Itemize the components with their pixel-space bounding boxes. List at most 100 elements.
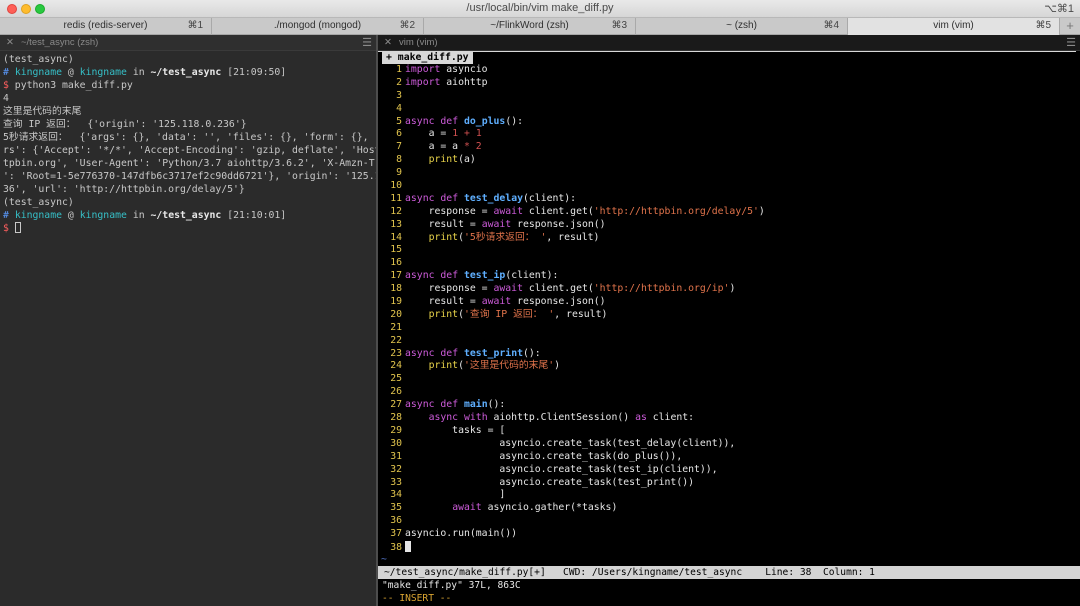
tab-redis[interactable]: redis (redis-server) ⌘1 (0, 18, 212, 35)
code-line[interactable]: 37 asyncio.run(main()) (378, 528, 1080, 541)
code-line[interactable]: 9 (378, 167, 1080, 180)
tab-shortcut: ⌘5 (1035, 20, 1051, 31)
right-pane-header: ✕ vim (vim) ☰ (378, 35, 1080, 51)
code-line[interactable]: 33 asyncio.create_task(test_print()) (378, 477, 1080, 490)
code-line[interactable]: 20 print('查询 IP 返回： ', result) (378, 309, 1080, 322)
tab-shortcut: ⌘3 (611, 20, 627, 31)
line-number: 4 (396, 102, 402, 114)
code-line[interactable]: 30 asyncio.create_task(test_delay(client… (378, 438, 1080, 451)
pane-title: vim (vim) (399, 37, 438, 48)
line-number: 18 (390, 283, 402, 295)
vim-tabline: + make_diff.py (378, 51, 1080, 64)
code-line[interactable]: 5 async def do_plus(): (378, 116, 1080, 129)
pane-menu-icon[interactable]: ☰ (1066, 36, 1076, 49)
code-line[interactable]: 13 result = await response.json() (378, 219, 1080, 232)
code-line[interactable]: 22 (378, 335, 1080, 348)
code-line[interactable]: 12 response = await client.get('http://h… (378, 206, 1080, 219)
code-line[interactable]: 16 (378, 257, 1080, 270)
code-line[interactable]: 29 tasks = [ (378, 425, 1080, 438)
tab-vim[interactable]: vim (vim) ⌘5 (848, 18, 1060, 35)
code-line[interactable]: 14 print('5秒请求返回： ', result) (378, 232, 1080, 245)
tabline-rule (378, 51, 1076, 64)
code-line[interactable]: 23 async def test_print(): (378, 348, 1080, 361)
terminal-output-line: (test_async) (3, 54, 74, 65)
tab-flinkword[interactable]: ~/FlinkWord (zsh) ⌘3 (424, 18, 636, 35)
code-text: asyncio.create_task(test_delay(client)), (405, 437, 736, 449)
code-text: async def main(): (405, 399, 506, 411)
code-line[interactable]: 28 async with aiohttp.ClientSession() as… (378, 412, 1080, 425)
code-line[interactable]: 36 (378, 515, 1080, 528)
prompt-user: kingname (14, 210, 62, 221)
prompt-in: in (132, 210, 145, 221)
close-pane-icon[interactable]: ✕ (6, 37, 14, 48)
code-line[interactable]: 6 a = 1 + 1 (378, 128, 1080, 141)
code-line[interactable]: 27 async def main(): (378, 399, 1080, 412)
code-line[interactable]: 7 a = a * 2 (378, 141, 1080, 154)
line-number: 31 (390, 450, 402, 462)
new-tab-button[interactable]: + (1060, 18, 1080, 35)
shell-command-line: $ python3 make_diff.py (3, 79, 376, 92)
shell-input-line[interactable]: $ (3, 222, 376, 235)
terminal-output[interactable]: (test_async) # kingname @ kingname in ~/t… (0, 51, 376, 235)
code-line[interactable]: 18 response = await client.get('http://h… (378, 283, 1080, 296)
terminal-output-line: ': 'Root=1-5e776370-147dfb6c3717ef2c90dd… (3, 171, 376, 182)
prompt-time: [21:09:50] (227, 67, 287, 78)
code-line[interactable]: 32 asyncio.create_task(test_ip(client)), (378, 464, 1080, 477)
code-line[interactable]: 25 (378, 373, 1080, 386)
terminal-output-line: (test_async) (3, 197, 74, 208)
window-shortcut-label: ⌥⌘1 (1044, 3, 1074, 15)
code-text: response = await client.get('http://http… (405, 205, 765, 217)
code-line[interactable]: 4 (378, 103, 1080, 116)
vim-code-buffer[interactable]: 1 import asyncio 2 import aiohttp 3 4 5 async d… (378, 64, 1080, 567)
code-line[interactable]: 21 (378, 322, 1080, 335)
code-line[interactable]: 26 (378, 386, 1080, 399)
tab-home-zsh[interactable]: ~ (zsh) ⌘4 (636, 18, 848, 35)
code-text: a = 1 + 1 (405, 128, 482, 140)
code-line[interactable]: 31 asyncio.create_task(do_plus()), (378, 451, 1080, 464)
code-line[interactable]: 2 import aiohttp (378, 77, 1080, 90)
terminal-output-line: 5秒请求返回： {'args': {}, 'data': '', 'files'… (3, 132, 376, 143)
code-line[interactable]: 38 (378, 540, 1080, 554)
prompt-dollar: $ (3, 223, 9, 234)
terminal-cursor (14, 222, 21, 233)
code-text: async def do_plus(): (405, 115, 524, 127)
code-line[interactable]: 10 (378, 180, 1080, 193)
line-number: 33 (390, 476, 402, 488)
terminal-output-line: 36', 'url': 'http://httpbin.org/delay/5'… (3, 184, 245, 195)
terminal-output-line: 查询 IP 返回： {'origin': '125.118.0.236'} (3, 119, 247, 130)
code-line[interactable]: 15 (378, 244, 1080, 257)
window-title: /usr/local/bin/vim make_diff.py (466, 2, 614, 14)
right-vim-pane[interactable]: ✕ vim (vim) ☰ + make_diff.py 1 import asy… (378, 35, 1080, 606)
code-text: async with aiohttp.ClientSession() as cl… (428, 412, 695, 424)
code-line[interactable]: 3 (378, 90, 1080, 103)
line-number: 12 (390, 205, 402, 217)
code-line[interactable]: 1 import asyncio (378, 64, 1080, 77)
line-number: 5 (396, 115, 402, 127)
line-number: 14 (390, 231, 402, 243)
shell-prompt-line: # kingname @ kingname in ~/test_async [2… (3, 209, 376, 222)
close-pane-icon[interactable]: ✕ (384, 37, 392, 48)
code-line[interactable]: 19 result = await response.json() (378, 296, 1080, 309)
terminal-output-line: tpbin.org', 'User-Agent': 'Python/3.7 ai… (3, 158, 376, 169)
code-line[interactable]: 11 async def test_delay(client): (378, 193, 1080, 206)
code-line[interactable]: 17 async def test_ip(client): (378, 270, 1080, 283)
vim-buffer-tab[interactable]: + make_diff.py (382, 51, 473, 64)
code-line[interactable]: 8 print(a) (378, 154, 1080, 167)
line-number: 26 (390, 386, 402, 398)
code-line[interactable]: 24 print('这里是代码的末尾') (378, 360, 1080, 373)
code-text: import aiohttp (405, 76, 488, 88)
line-number: 9 (396, 167, 402, 179)
line-number: 35 (390, 502, 402, 514)
code-line[interactable]: 35 await asyncio.gather(*tasks) (378, 502, 1080, 515)
tab-mongod[interactable]: ./mongod (mongod) ⌘2 (212, 18, 424, 35)
code-line[interactable]: 34 ] (378, 489, 1080, 502)
shell-prompt-line: # kingname @ kingname in ~/test_async [2… (3, 66, 376, 79)
pane-menu-icon[interactable]: ☰ (362, 36, 372, 49)
prompt-path: ~/test_async (150, 67, 222, 78)
line-number: 20 (390, 308, 402, 320)
line-number: 28 (390, 412, 402, 424)
code-text: async def test_print(): (405, 347, 541, 359)
prompt-path: ~/test_async (150, 210, 222, 221)
left-terminal-pane[interactable]: ✕ ~/test_async (zsh) ☰ (test_async) # kin… (0, 35, 376, 606)
window-titlebar: /usr/local/bin/vim make_diff.py ⌥⌘1 (0, 0, 1080, 18)
